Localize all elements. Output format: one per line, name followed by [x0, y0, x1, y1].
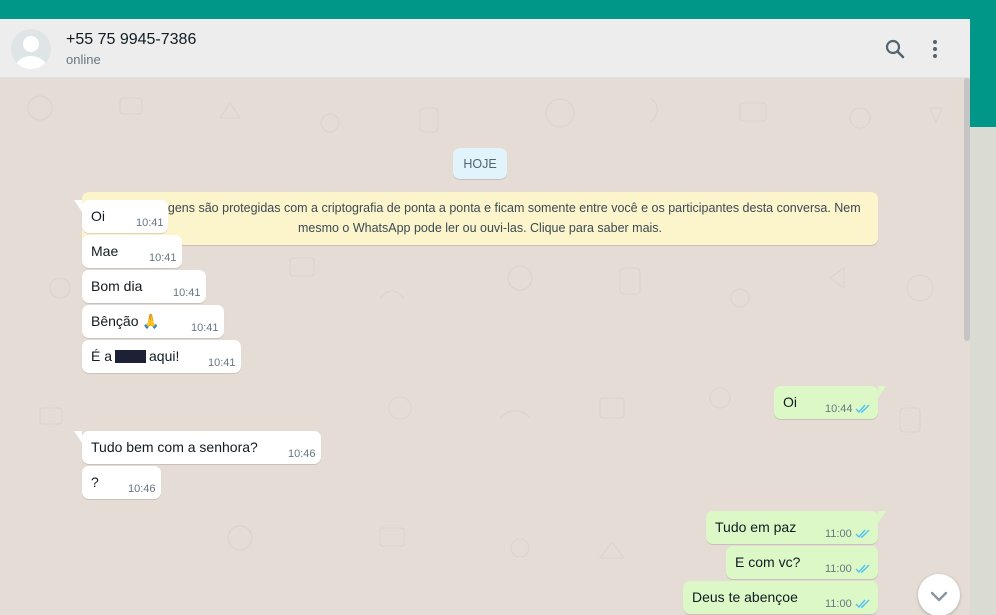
chat-scrollbar[interactable] — [964, 78, 970, 341]
kebab-menu-icon — [933, 40, 937, 58]
bubble-tail — [74, 431, 82, 443]
message-text-group: É a aqui! — [91, 348, 179, 364]
date-chip: HOJE — [453, 148, 507, 179]
contact-status: online — [66, 52, 101, 67]
message-text: aqui! — [149, 348, 180, 364]
contact-name[interactable]: +55 75 9945-7386 — [66, 31, 196, 49]
message-text: É a — [91, 348, 113, 364]
side-gray-panel — [970, 127, 996, 615]
message-text: E com vc? — [735, 554, 801, 570]
message-text: Oi — [783, 394, 797, 410]
message-time: 10:41 — [149, 252, 177, 264]
chevron-down-icon — [930, 591, 948, 602]
message-text: Oi — [91, 208, 105, 224]
message-incoming[interactable]: Oi 10:41 — [74, 200, 168, 233]
encryption-notice[interactable]: As mensagens são protegidas com a cripto… — [82, 192, 878, 245]
message-time: 11:00 — [825, 563, 852, 575]
bubble-tail — [74, 200, 82, 212]
chat-pane: +55 75 9945-7386 online HOJE As mensagen… — [0, 19, 970, 615]
message-outgoing[interactable]: Tudo em paz 11:00 — [706, 511, 886, 544]
message-text: ? — [91, 474, 99, 490]
message-time: 10:41 — [173, 287, 201, 299]
side-teal-bar — [970, 19, 996, 127]
encryption-notice-text: As mensagens são protegidas com a cripto… — [112, 201, 861, 235]
search-button[interactable] — [883, 37, 907, 61]
chat-wallpaper: HOJE As mensagens são protegidas com a c… — [0, 78, 970, 615]
read-ticks-icon — [855, 564, 870, 574]
message-text: Tudo em paz — [715, 519, 797, 535]
message-incoming[interactable]: Bom dia 10:41 — [82, 270, 206, 303]
menu-button[interactable] — [923, 37, 947, 61]
message-time: 10:41 — [191, 322, 219, 334]
message-time: 10:41 — [136, 217, 164, 229]
contact-avatar[interactable] — [11, 29, 51, 69]
message-incoming[interactable]: Mae 10:41 — [82, 235, 182, 268]
chat-header: +55 75 9945-7386 online — [0, 19, 970, 78]
message-text: Tudo bem com a senhora? — [91, 439, 258, 455]
read-ticks-icon — [855, 599, 870, 609]
message-text-group: Bênção 🙏 — [91, 313, 160, 330]
praying-hands-emoji: 🙏 — [142, 313, 160, 329]
message-outgoing[interactable]: E com vc? 11:00 — [726, 546, 878, 579]
message-incoming[interactable]: ? 10:46 — [82, 466, 161, 499]
message-time: 10:41 — [208, 357, 236, 369]
read-ticks-icon — [855, 529, 870, 539]
bubble-tail — [878, 386, 886, 398]
read-ticks-icon — [855, 404, 870, 414]
message-time: 10:46 — [128, 483, 156, 495]
message-text: Deus te abençoe — [692, 589, 798, 605]
message-text: Bom dia — [91, 278, 143, 294]
message-time: 10:44 — [825, 403, 853, 415]
scroll-to-bottom-button[interactable] — [918, 574, 960, 615]
avatar-placeholder-icon — [16, 36, 46, 69]
message-incoming[interactable]: É a aqui! 10:41 — [82, 340, 241, 373]
top-teal-bar — [0, 0, 996, 19]
message-incoming[interactable]: Bênção 🙏 10:41 — [82, 305, 224, 338]
message-incoming[interactable]: Tudo bem com a senhora? 10:46 — [74, 431, 321, 464]
message-time: 11:00 — [825, 528, 852, 540]
redacted-name — [115, 350, 147, 363]
message-outgoing[interactable]: Deus te abençoe 11:00 — [683, 581, 878, 614]
message-outgoing[interactable]: Oi 10:44 — [774, 386, 886, 419]
message-text: Bênção — [91, 313, 139, 329]
search-icon — [885, 39, 905, 59]
bubble-tail — [878, 511, 886, 523]
message-time: 10:46 — [288, 448, 316, 460]
message-text: Mae — [91, 243, 119, 259]
message-time: 11:00 — [825, 598, 852, 610]
